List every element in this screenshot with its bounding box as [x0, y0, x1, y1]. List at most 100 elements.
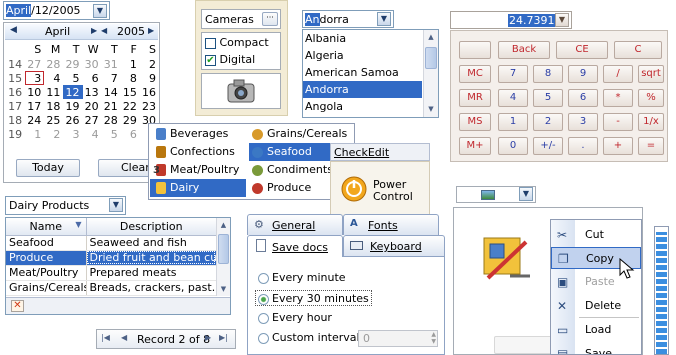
- radio-option[interactable]: Every minute: [256, 270, 348, 286]
- chevron-down-icon[interactable]: ▼: [93, 4, 107, 18]
- tab-general[interactable]: ⚙ General: [247, 214, 343, 235]
- calc-button[interactable]: 2: [533, 113, 563, 131]
- next-month-icon[interactable]: ▶: [91, 26, 97, 35]
- calc-button[interactable]: 1: [498, 113, 528, 131]
- image-combo[interactable]: ▼: [456, 186, 536, 203]
- menu-item[interactable]: Confections: [150, 143, 246, 161]
- calendar-day[interactable]: 17: [25, 99, 44, 113]
- calendar-day[interactable]: 5: [63, 71, 82, 85]
- table-row[interactable]: Produce Dried fruit and bean curd: [6, 250, 217, 266]
- calc-button[interactable]: 3: [568, 113, 598, 131]
- checkbox-compact[interactable]: Compact: [205, 36, 269, 49]
- calendar-day[interactable]: 24: [25, 113, 44, 127]
- table-row[interactable]: Grains/Cereals Breads, crackers, past…: [6, 280, 217, 296]
- calc-button[interactable]: M+: [459, 137, 491, 155]
- calc-button[interactable]: -: [603, 113, 633, 131]
- next-year-icon[interactable]: ▶: [148, 26, 154, 35]
- tab-fonts[interactable]: A Fonts: [343, 214, 439, 235]
- calc-button[interactable]: +: [603, 137, 633, 155]
- scroll-thumb[interactable]: [425, 47, 437, 69]
- scroll-up-icon[interactable]: ▲: [424, 30, 438, 45]
- delete-icon[interactable]: ✕: [11, 300, 24, 312]
- spin-down-icon[interactable]: ▼: [431, 338, 436, 345]
- calendar-day[interactable]: 9: [140, 71, 159, 85]
- calc-button[interactable]: 5: [533, 89, 563, 107]
- calendar-day[interactable]: 3: [25, 71, 45, 85]
- first-record-icon[interactable]: |◀: [101, 333, 110, 342]
- calendar-day[interactable]: 31: [102, 57, 121, 71]
- scroll-thumb[interactable]: [218, 234, 229, 264]
- calc-button[interactable]: MS: [459, 113, 491, 131]
- calc-button[interactable]: *: [603, 89, 633, 107]
- menu-item[interactable]: Grains/Cereals: [249, 125, 353, 143]
- more-button[interactable]: ···: [262, 12, 278, 26]
- today-button[interactable]: Today: [16, 159, 80, 177]
- context-menu-item[interactable]: ▭ Load: [551, 319, 641, 341]
- context-menu-item[interactable]: ▤ Save: [551, 343, 641, 354]
- calc-button[interactable]: 8: [533, 65, 563, 83]
- calc-button[interactable]: MR: [459, 89, 491, 107]
- calc-button[interactable]: 7: [498, 65, 528, 83]
- calendar-day[interactable]: 27: [25, 57, 44, 71]
- calendar-day[interactable]: 5: [102, 127, 121, 141]
- radio-option[interactable]: Every hour: [256, 310, 334, 326]
- country-combo[interactable]: Andorra ▼: [302, 10, 394, 28]
- column-header-description[interactable]: Description: [86, 218, 216, 236]
- calendar-day[interactable]: 15: [121, 85, 140, 99]
- radio-option[interactable]: Custom interval: [256, 330, 362, 346]
- last-record-icon[interactable]: ▶|: [219, 333, 228, 342]
- menu-item[interactable]: Dairy Products: [150, 179, 246, 212]
- calc-button[interactable]: .: [568, 137, 598, 155]
- tab-keyboard[interactable]: Keyboard: [343, 235, 445, 256]
- calc-button[interactable]: 4: [498, 89, 528, 107]
- calculator-edit[interactable]: 24.73913 ▼: [450, 11, 572, 29]
- calendar-day[interactable]: 27: [83, 113, 102, 127]
- scroll-down-icon[interactable]: ▼: [424, 102, 438, 117]
- prev-month-icon[interactable]: ◀: [10, 25, 17, 35]
- calendar-day[interactable]: 3: [63, 127, 82, 141]
- calendar-day[interactable]: 18: [44, 99, 63, 113]
- date-edit[interactable]: April/12/2005 ▼: [3, 1, 110, 20]
- calc-button[interactable]: [459, 41, 491, 59]
- context-menu-item[interactable]: ✂ Cut: [551, 224, 641, 246]
- chevron-down-icon[interactable]: ▼: [519, 187, 533, 201]
- calendar-day[interactable]: 2: [44, 127, 63, 141]
- calendar-day[interactable]: 4: [44, 71, 63, 85]
- table-cell[interactable]: Seaweed and fish: [86, 235, 217, 251]
- calc-button[interactable]: C: [614, 41, 662, 59]
- table-row[interactable]: Seafood Seaweed and fish: [6, 235, 217, 251]
- calendar-day[interactable]: 11: [44, 85, 63, 99]
- table-cell[interactable]: Breads, crackers, past…: [86, 280, 217, 296]
- calendar-year-label[interactable]: 2005: [117, 25, 145, 38]
- calendar-day[interactable]: 12: [63, 85, 83, 99]
- calendar-day[interactable]: 16: [140, 85, 159, 99]
- spin-up-icon[interactable]: ▲: [431, 331, 436, 338]
- calendar-day[interactable]: 10: [25, 85, 44, 99]
- table-cell[interactable]: Dried fruit and bean curd: [86, 250, 217, 266]
- list-item[interactable]: Algeria: [303, 47, 422, 64]
- interval-spin[interactable]: 0 ▲ ▼: [358, 330, 438, 347]
- chevron-down-icon[interactable]: ▼: [109, 198, 123, 212]
- category-combo[interactable]: Dairy Products ▼: [5, 196, 126, 215]
- calendar-day[interactable]: 19: [63, 99, 82, 113]
- country-scrollbar[interactable]: ▲ ▼: [423, 30, 438, 117]
- calc-button[interactable]: 9: [568, 65, 598, 83]
- calendar-day[interactable]: 6: [83, 71, 102, 85]
- tab-save-docs[interactable]: Save docs: [247, 235, 343, 257]
- grid-scrollbar[interactable]: ▲ ▼: [216, 218, 230, 296]
- calendar-day[interactable]: 1: [25, 127, 44, 141]
- table-cell[interactable]: Seafood: [6, 235, 87, 251]
- calc-button[interactable]: CE: [556, 41, 608, 59]
- calendar-day[interactable]: 28: [44, 57, 63, 71]
- calendar-day[interactable]: 25: [44, 113, 63, 127]
- table-cell[interactable]: Produce: [6, 250, 87, 266]
- chevron-down-icon[interactable]: ▼: [555, 13, 569, 27]
- table-cell[interactable]: Prepared meats: [86, 265, 217, 281]
- calc-button[interactable]: +/-: [533, 137, 563, 155]
- scroll-up-icon[interactable]: ▲: [217, 218, 230, 232]
- next-record-icon[interactable]: ▶: [205, 333, 211, 342]
- calendar-day[interactable]: 29: [121, 113, 140, 127]
- power-icon[interactable]: [341, 176, 367, 202]
- calc-button[interactable]: MC: [459, 65, 491, 83]
- radio-option[interactable]: Every 30 minutes: [255, 290, 372, 306]
